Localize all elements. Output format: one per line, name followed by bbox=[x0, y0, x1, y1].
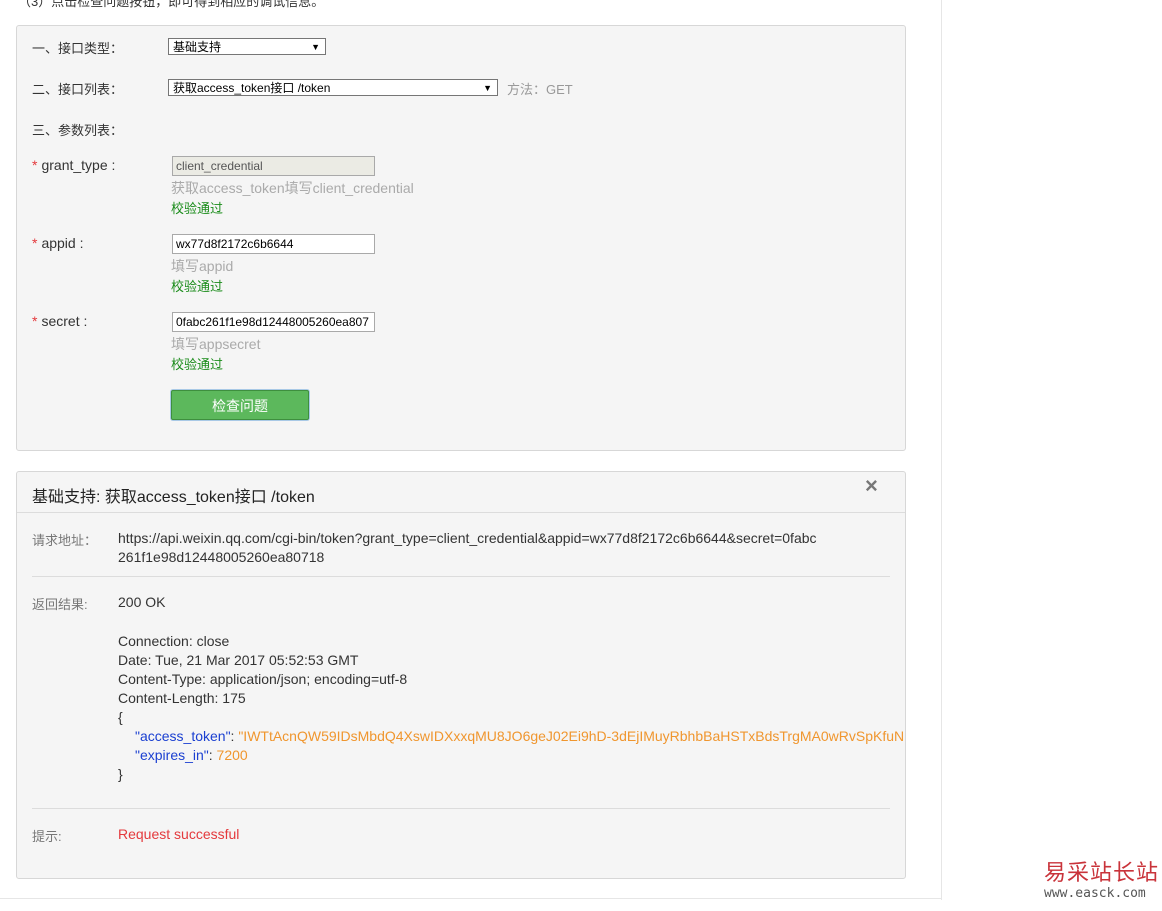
appid-input[interactable]: wx77d8f2172c6b6644 bbox=[172, 234, 375, 254]
secret-status: 校验通过 bbox=[171, 357, 224, 372]
debug-form-panel: 一、接口类型： 基础支持 ▼ 二、接口列表： 获取access_token接口 … bbox=[16, 25, 906, 451]
json-value: "IWTtAcnQW59IDsMbdQ4XswIDXxxqMU8JO6geJ02… bbox=[238, 728, 905, 744]
divider bbox=[32, 576, 890, 577]
required-mark: * bbox=[32, 235, 38, 251]
header-line: Date: Tue, 21 Mar 2017 05:52:53 GMT bbox=[118, 652, 359, 668]
tip-value: Request successful bbox=[118, 826, 240, 842]
request-url-line2: 261f1e98d12448005260ea80718 bbox=[118, 549, 325, 565]
interface-type-value: 基础支持 bbox=[173, 40, 222, 54]
interface-type-select[interactable]: 基础支持 ▼ bbox=[168, 38, 326, 55]
divider bbox=[32, 808, 890, 809]
result-title: 基础支持: 获取access_token接口 /token bbox=[32, 489, 315, 506]
json-value: 7200 bbox=[216, 747, 248, 763]
appid-hint: 填写appid bbox=[171, 258, 234, 274]
header-line: Content-Type: application/json; encoding… bbox=[118, 671, 408, 687]
secret-hint: 填写appsecret bbox=[171, 336, 261, 352]
json-open-brace: { bbox=[118, 709, 123, 725]
param-label-grant-type: * grant_type : bbox=[32, 157, 116, 173]
request-url-label: 请求地址： bbox=[32, 533, 98, 548]
interface-list-value: 获取access_token接口 /token bbox=[173, 81, 331, 95]
request-url-line1: https://api.weixin.qq.com/cgi-bin/token?… bbox=[118, 530, 817, 546]
close-icon[interactable]: × bbox=[865, 475, 878, 497]
header-line: Content-Length: 175 bbox=[118, 690, 246, 706]
grant-type-hint: 获取access_token填写client_credential bbox=[171, 180, 414, 196]
interface-list-select[interactable]: 获取access_token接口 /token ▼ bbox=[168, 79, 498, 96]
watermark-logo: 易采站长站 bbox=[1044, 861, 1160, 886]
dropdown-arrow-icon: ▼ bbox=[311, 42, 320, 52]
response-headers: Connection: close Date: Tue, 21 Mar 2017… bbox=[118, 632, 407, 708]
required-mark: * bbox=[32, 313, 38, 329]
tip-label: 提示: bbox=[32, 829, 62, 844]
json-key: "access_token" bbox=[135, 728, 231, 744]
json-key: "expires_in" bbox=[135, 747, 209, 763]
grant-type-input[interactable]: client_credential bbox=[172, 156, 375, 176]
content-bottom-border bbox=[0, 898, 942, 899]
params-label: 三、参数列表： bbox=[32, 123, 124, 138]
json-expires-in-line: "expires_in": 7200 bbox=[135, 747, 248, 763]
result-panel: 基础支持: 获取access_token接口 /token × 请求地址： ht… bbox=[16, 471, 906, 879]
watermark-url: www.easck.com bbox=[1044, 886, 1146, 901]
intro-text: （3）点击检查问题按钮，即可得到相应的调试信息。 bbox=[18, 0, 325, 9]
param-label-appid: * appid : bbox=[32, 235, 84, 251]
grant-type-status: 校验通过 bbox=[171, 201, 224, 216]
required-mark: * bbox=[32, 157, 38, 173]
header-line: Connection: close bbox=[118, 633, 230, 649]
json-access-token-line: "access_token": "IWTtAcnQW59IDsMbdQ4XswI… bbox=[135, 727, 905, 746]
appid-status: 校验通过 bbox=[171, 279, 224, 294]
dropdown-arrow-icon: ▼ bbox=[483, 83, 492, 93]
json-close-brace: } bbox=[118, 766, 123, 782]
result-header: 基础支持: 获取access_token接口 /token × bbox=[17, 472, 905, 513]
request-url-value: https://api.weixin.qq.com/cgi-bin/token?… bbox=[118, 529, 817, 567]
check-problem-button[interactable]: 检查问题 bbox=[171, 390, 309, 420]
secret-input[interactable]: 0fabc261f1e98d12448005260ea807 bbox=[172, 312, 375, 332]
result-label: 返回结果: bbox=[32, 597, 88, 612]
param-label-secret: * secret : bbox=[32, 313, 88, 329]
status-line: 200 OK bbox=[118, 594, 166, 610]
content-right-border bbox=[941, 0, 942, 900]
interface-list-label: 二、接口列表： bbox=[32, 82, 124, 97]
interface-type-label: 一、接口类型： bbox=[32, 41, 124, 56]
method-text: 方法：GET bbox=[507, 82, 573, 97]
